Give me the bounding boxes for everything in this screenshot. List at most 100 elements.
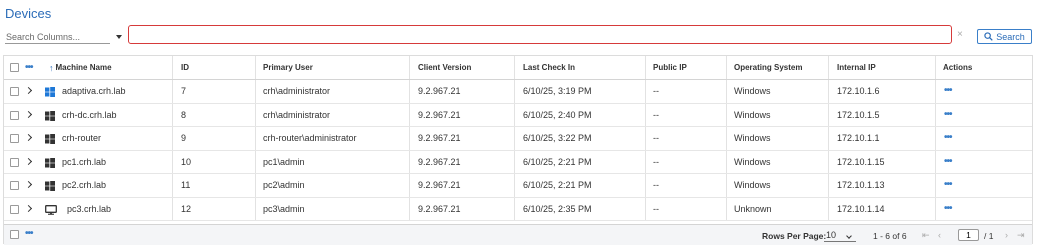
next-page-icon[interactable]: ›	[1005, 230, 1008, 240]
chevron-right-icon[interactable]	[24, 204, 33, 212]
client-version: 9.2.967.21	[418, 86, 461, 97]
column-header-primary-user[interactable]: Primary User	[263, 56, 313, 79]
client-version: 9.2.967.21	[418, 156, 461, 167]
machine-name[interactable]: pc3.crh.lab	[67, 198, 111, 221]
column-header-machine-name[interactable]: ↑ Machine Name	[49, 56, 112, 79]
search-icon	[984, 32, 993, 41]
row-actions-menu-icon[interactable]: •••	[944, 133, 952, 143]
device-id: 7	[181, 86, 187, 97]
search-button-label: Search	[996, 31, 1025, 42]
column-header-id[interactable]: ID	[181, 56, 189, 79]
column-menu-icon[interactable]: •••	[25, 63, 33, 73]
public-ip: --	[653, 156, 659, 167]
chevron-right-icon[interactable]	[24, 86, 33, 95]
table-row[interactable]: pc3.crh.lab 12 pc3\admin 9.2.967.21 6/10…	[4, 197, 1032, 221]
table-footer: ••• Rows Per Page: 10 1 - 6 of 6 ⇤ ‹ / 1…	[4, 224, 1032, 245]
row-actions-menu-icon[interactable]: •••	[944, 109, 952, 119]
last-check-in: 6/10/25, 2:21 PM	[523, 156, 592, 167]
public-ip: --	[653, 203, 659, 214]
footer-select-checkbox[interactable]	[10, 230, 19, 239]
last-check-in: 6/10/25, 2:40 PM	[523, 109, 592, 120]
pagination-range: 1 - 6 of 6	[873, 231, 907, 241]
column-header-internal-ip[interactable]: Internal IP	[837, 56, 876, 79]
column-header-last-check-in[interactable]: Last Check In	[523, 56, 575, 79]
client-version: 9.2.967.21	[418, 133, 461, 144]
devices-table: ••• ↑ Machine Name ID Primary User Clien…	[3, 55, 1033, 245]
windows-icon	[45, 157, 55, 168]
client-version: 9.2.967.21	[418, 180, 461, 191]
device-id: 12	[181, 203, 192, 214]
client-version: 9.2.967.21	[418, 203, 461, 214]
rows-per-page-label: Rows Per Page:	[762, 231, 827, 241]
primary-user: crh-router\administrator	[263, 133, 357, 144]
column-header-label: Machine Name	[55, 63, 112, 72]
row-actions-menu-icon[interactable]: •••	[944, 180, 952, 190]
row-checkbox[interactable]	[10, 181, 19, 190]
operating-system: Windows	[734, 109, 771, 120]
public-ip: --	[653, 86, 659, 97]
search-input[interactable]	[128, 25, 952, 44]
table-row[interactable]: crh-dc.crh.lab 8 crh\administrator 9.2.9…	[4, 103, 1032, 127]
row-actions-menu-icon[interactable]: •••	[944, 203, 952, 213]
table-row[interactable]: pc2.crh.lab 11 pc2\admin 9.2.967.21 6/10…	[4, 174, 1032, 198]
table-row[interactable]: crh-router 9 crh-router\administrator 9.…	[4, 127, 1032, 151]
table-row[interactable]: adaptiva.crh.lab 7 crh\administrator 9.2…	[4, 80, 1032, 104]
last-check-in: 6/10/25, 2:21 PM	[523, 180, 592, 191]
page-number-input[interactable]	[958, 229, 979, 241]
select-all-checkbox[interactable]	[10, 63, 19, 72]
columns-dropdown-caret-icon[interactable]	[116, 35, 122, 39]
last-page-icon[interactable]: ⇥	[1017, 230, 1025, 241]
chevron-right-icon[interactable]	[24, 180, 33, 189]
public-ip: --	[653, 180, 659, 191]
device-id: 10	[181, 156, 192, 167]
windows-icon	[45, 181, 55, 191]
internal-ip: 172.10.1.14	[837, 203, 885, 214]
table-row[interactable]: pc1.crh.lab 10 pc1\admin 9.2.967.21 6/10…	[4, 150, 1032, 174]
column-header-client-version[interactable]: Client Version	[418, 56, 471, 79]
internal-ip: 172.10.1.15	[837, 156, 885, 167]
row-checkbox[interactable]	[10, 110, 19, 120]
row-checkbox[interactable]	[10, 157, 19, 167]
operating-system: Windows	[734, 180, 771, 191]
chevron-right-icon[interactable]	[24, 133, 33, 142]
windows-icon	[45, 134, 55, 144]
row-checkbox[interactable]	[10, 134, 19, 143]
primary-user: pc1\admin	[263, 156, 305, 167]
device-id: 9	[181, 133, 187, 144]
machine-name[interactable]: crh-router	[62, 127, 101, 150]
previous-page-icon[interactable]: ‹	[938, 230, 941, 240]
operating-system: Windows	[734, 133, 771, 144]
machine-name[interactable]: pc2.crh.lab	[62, 174, 106, 197]
internal-ip: 172.10.1.5	[837, 109, 880, 120]
device-id: 11	[181, 180, 191, 191]
row-checkbox[interactable]	[10, 87, 19, 96]
operating-system: Windows	[734, 156, 771, 167]
table-header: ••• ↑ Machine Name ID Primary User Clien…	[4, 56, 1032, 80]
primary-user: crh\administrator	[263, 86, 331, 97]
primary-user: pc2\admin	[263, 180, 305, 191]
last-check-in: 6/10/25, 2:35 PM	[523, 203, 592, 214]
chevron-right-icon[interactable]	[24, 157, 33, 165]
column-header-operating-system[interactable]: Operating System	[734, 56, 802, 79]
footer-menu-icon[interactable]: •••	[25, 229, 33, 239]
machine-name[interactable]: crh-dc.crh.lab	[62, 104, 117, 127]
row-actions-menu-icon[interactable]: •••	[944, 156, 952, 166]
machine-name[interactable]: pc1.crh.lab	[62, 151, 106, 174]
client-version: 9.2.967.21	[418, 109, 461, 120]
column-header-actions: Actions	[943, 63, 973, 72]
clear-search-icon[interactable]: ×	[957, 30, 963, 40]
internal-ip: 172.10.1.6	[837, 86, 880, 97]
public-ip: --	[653, 133, 659, 144]
public-ip: --	[653, 109, 659, 120]
search-columns-input[interactable]	[5, 30, 110, 44]
column-header-public-ip[interactable]: Public IP	[653, 56, 687, 79]
row-checkbox[interactable]	[10, 204, 19, 214]
device-id: 8	[181, 109, 187, 120]
row-actions-menu-icon[interactable]: •••	[944, 86, 952, 96]
chevron-right-icon[interactable]	[24, 110, 33, 118]
sort-ascending-icon: ↑	[49, 62, 54, 73]
first-page-icon[interactable]: ⇤	[922, 230, 930, 241]
last-check-in: 6/10/25, 3:19 PM	[523, 86, 592, 97]
search-button[interactable]: Search	[977, 29, 1032, 44]
machine-name[interactable]: adaptiva.crh.lab	[62, 80, 126, 103]
